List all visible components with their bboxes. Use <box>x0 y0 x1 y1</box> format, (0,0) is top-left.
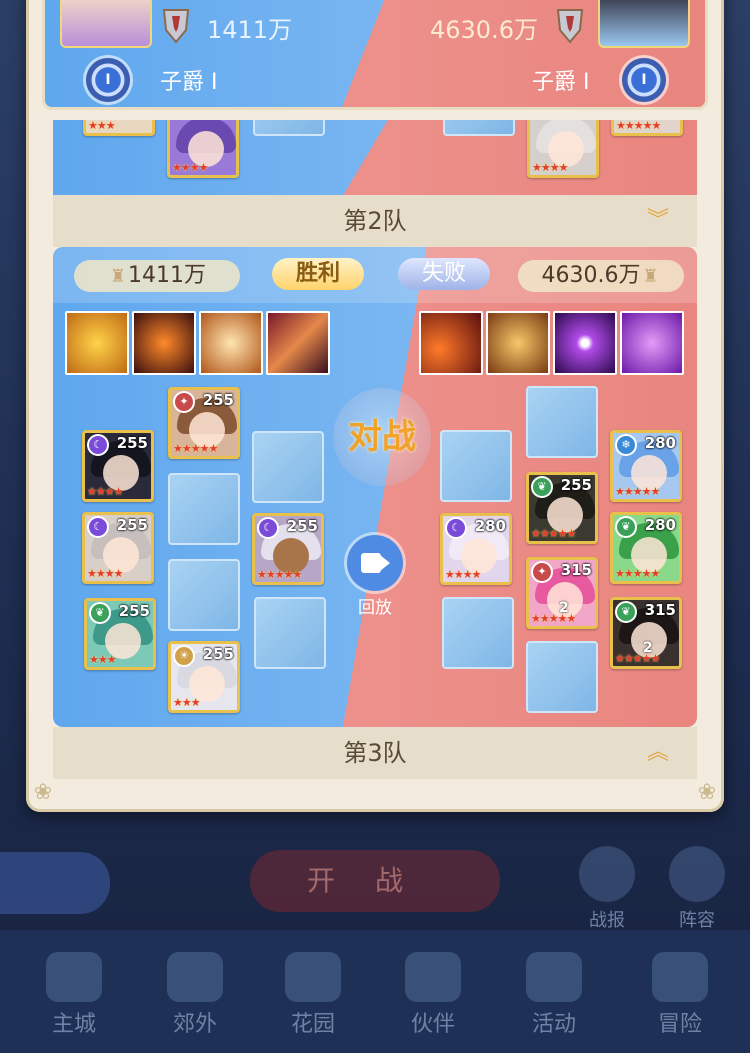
empty-slot <box>440 430 512 502</box>
rank-badge-icon: I <box>622 58 666 102</box>
hero-card[interactable]: ❦ 255 ★★★ <box>84 598 156 670</box>
right-rank-label: 子爵 I <box>532 70 590 95</box>
skill-icon[interactable] <box>65 311 129 375</box>
right-power-value: 4630.6万 <box>430 16 538 44</box>
versus-emblem: 对战 <box>333 388 431 486</box>
hero-card[interactable]: ☾ 255 ★★★★ <box>82 430 154 502</box>
lineup-button: 阵容 <box>662 846 732 932</box>
garden-icon <box>285 952 341 1002</box>
fire-class-icon: ✦ <box>533 563 551 581</box>
adventure-icon <box>652 952 708 1002</box>
left-power-value: 1411万 <box>207 16 293 44</box>
hero-card[interactable]: ★★★★ <box>527 120 599 178</box>
hero-card[interactable]: ☾ 280 ★★★★ <box>440 513 512 585</box>
nav-item-main-city: 主城 <box>34 952 114 1038</box>
team-3-header[interactable]: 第3队 ︽ <box>53 727 697 779</box>
hero-card[interactable]: ❄ 280 ★★★★★ <box>610 430 682 502</box>
trophy-icon: ♜ <box>642 266 659 287</box>
start-battle-button: 开战 <box>250 850 500 912</box>
skill-icon[interactable] <box>553 311 617 375</box>
gift-icon <box>526 952 582 1002</box>
partner-icon <box>405 952 461 1002</box>
fire-class-icon: ✦ <box>175 393 193 411</box>
hero-card[interactable]: ☾ 255 ★★★★ <box>82 512 154 584</box>
empty-slot <box>443 120 515 136</box>
leaf-class-icon: ❦ <box>91 604 109 622</box>
nav-item-garden: 花园 <box>273 952 353 1038</box>
victory-badge: 胜利 <box>272 258 364 290</box>
hero-card[interactable]: ★★★ <box>83 120 155 136</box>
trophy-icon <box>162 9 190 44</box>
empty-slot <box>442 597 514 669</box>
rank-badge-icon: I <box>86 58 130 102</box>
sun-class-icon: ☀ <box>175 647 193 665</box>
empty-slot <box>168 559 240 631</box>
moon-class-icon: ☾ <box>89 436 107 454</box>
hero-card[interactable]: ☀ 255 ★★★ <box>168 641 240 713</box>
corner-ornament-icon: ❀ <box>697 780 717 805</box>
water-class-icon: ❄ <box>617 436 635 454</box>
star-skill-icon[interactable] <box>620 311 684 375</box>
hero-card[interactable]: ❦ 315 2 ★★★★★ <box>610 597 682 669</box>
empty-slot <box>253 120 325 136</box>
team-1-panel: ★★★ ★★★★ ★★★★ ★★★★★ <box>53 120 697 196</box>
hero-card[interactable]: ❦ 255 ★★★★★ <box>526 472 598 544</box>
report-icon <box>579 846 635 902</box>
defeat-badge: 失败 <box>398 258 490 290</box>
chevron-up-icon: ︽ <box>646 740 669 765</box>
empty-slot <box>526 641 598 713</box>
empty-slot <box>252 431 324 503</box>
team-2-header[interactable]: 第2队 ︾ <box>53 195 697 247</box>
skill-icon[interactable] <box>132 311 196 375</box>
moon-class-icon: ☾ <box>447 519 465 537</box>
nav-item-adventure: 冒险 <box>640 952 720 1038</box>
hero-card[interactable]: ❦ 280 ★★★★★ <box>610 512 682 584</box>
empty-slot <box>526 386 598 458</box>
back-arrow-button <box>0 852 110 914</box>
skill-icon[interactable] <box>419 311 483 375</box>
skill-icon[interactable] <box>199 311 263 375</box>
hero-card[interactable]: ✦ 315 2 ★★★★★ <box>526 557 598 629</box>
nav-item-partner: 伙伴 <box>393 952 473 1038</box>
moon-class-icon: ☾ <box>259 519 277 537</box>
leaf-class-icon: ❦ <box>617 603 635 621</box>
battle-report-button: 战报 <box>572 846 642 932</box>
hero-card[interactable]: ★★★★ <box>167 120 239 178</box>
empty-slot <box>168 473 240 545</box>
skull-skill-icon[interactable] <box>486 311 550 375</box>
video-camera-icon <box>347 535 403 591</box>
trophy-icon: ♜ <box>109 266 127 287</box>
left-team-power: ♜1411万 <box>74 260 240 292</box>
leaf-class-icon: ❦ <box>533 478 551 496</box>
nav-item-suburb: 郊外 <box>155 952 235 1038</box>
left-rank-label: 子爵 I <box>160 70 218 95</box>
hero-card[interactable]: ★★★★★ <box>611 120 683 136</box>
hero-card[interactable]: ✦ 255 ★★★★★ <box>168 387 240 459</box>
corner-ornament-icon: ❀ <box>33 780 53 805</box>
player-avatar-right[interactable] <box>598 0 690 48</box>
nav-item-activity: 活动 <box>514 952 594 1038</box>
right-team-power: 4630.6万 ♜ <box>518 260 684 292</box>
castle-icon <box>46 952 102 1002</box>
chevron-down-icon: ︾ <box>646 208 669 233</box>
empty-slot <box>254 597 326 669</box>
leaf-class-icon: ❦ <box>617 518 635 536</box>
player-avatar-left[interactable] <box>60 0 152 48</box>
hero-card[interactable]: ☾ 255 ★★★★★ <box>252 513 324 585</box>
lineup-icon <box>669 846 725 902</box>
moon-class-icon: ☾ <box>89 518 107 536</box>
trophy-icon <box>556 9 584 44</box>
replay-button[interactable]: 回放 <box>346 535 404 618</box>
skill-icon[interactable] <box>266 311 330 375</box>
suburb-icon <box>167 952 223 1002</box>
